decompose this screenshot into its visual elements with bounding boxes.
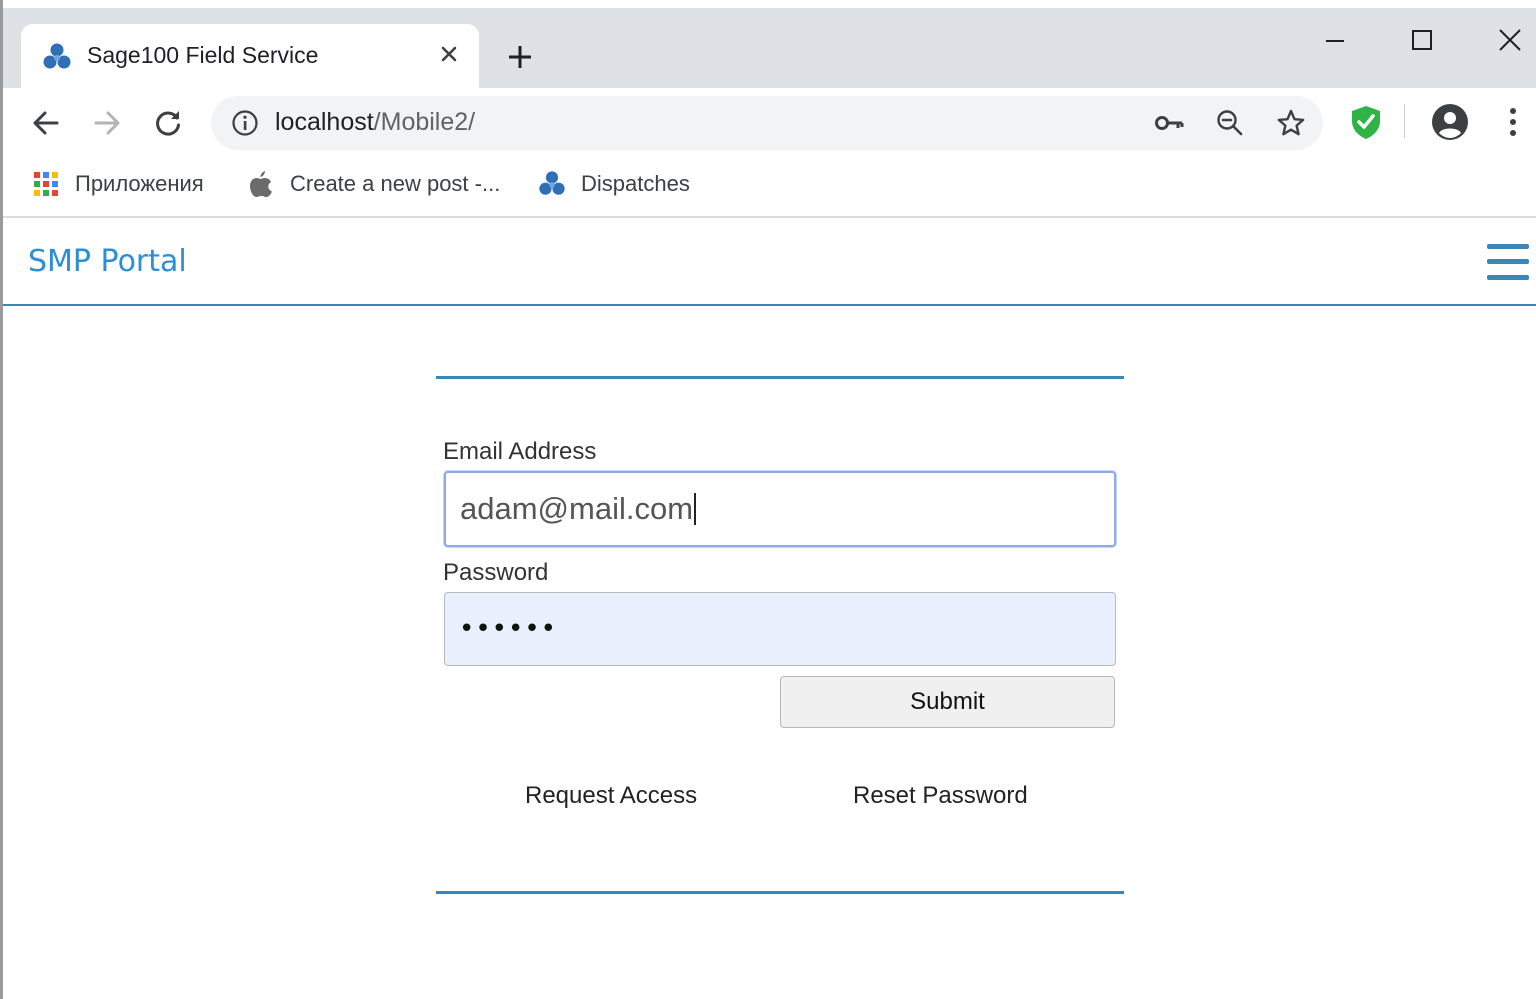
top-navbar: SMP Portal (3, 220, 1536, 306)
brand-link[interactable]: SMP Portal (28, 244, 187, 279)
url-path: /Mobile2/ (373, 108, 476, 136)
close-icon[interactable] (1490, 20, 1530, 60)
apple-icon (246, 169, 276, 199)
shield-extension-icon[interactable] (1346, 102, 1386, 142)
browser-window: Sage100 Field Service localhost/Mobile2/… (0, 0, 1536, 999)
tab-sage100[interactable]: Sage100 Field Service (21, 24, 479, 88)
info-icon[interactable] (231, 109, 259, 137)
maximize-icon[interactable] (1402, 20, 1442, 60)
password-label: Password (443, 559, 549, 586)
form-top-divider (436, 376, 1124, 379)
forward-arrow-icon[interactable] (86, 102, 128, 144)
bookmark-label: Create a new post -... (290, 171, 501, 196)
sage-logo-icon (41, 42, 73, 72)
password-value: •••••• (459, 614, 558, 644)
hamburger-menu-icon[interactable] (1487, 242, 1529, 282)
form-bottom-divider (436, 891, 1124, 894)
sage-logo-icon (537, 169, 567, 199)
toolbar-separator (1404, 104, 1405, 138)
bookmarks-bar: Приложения Create a new post -... Dispat… (3, 156, 1536, 218)
password-field[interactable]: •••••• (444, 592, 1116, 666)
browser-toolbar: localhost/Mobile2/ (3, 88, 1536, 156)
url-text: localhost/Mobile2/ (275, 108, 475, 137)
address-bar[interactable]: localhost/Mobile2/ (211, 96, 1323, 150)
email-field[interactable]: adam@mail.com (444, 471, 1116, 547)
zoom-out-icon[interactable] (1214, 107, 1246, 139)
tab-close-icon[interactable] (433, 38, 465, 70)
tab-title: Sage100 Field Service (87, 42, 319, 68)
email-label: Email Address (443, 438, 597, 465)
bookmark-label: Приложения (75, 171, 204, 196)
reload-icon[interactable] (147, 102, 189, 144)
minimize-icon[interactable] (1315, 20, 1355, 60)
request-access-link[interactable]: Request Access (525, 782, 697, 810)
bookmark-create-post[interactable]: Create a new post -... (246, 166, 500, 202)
window-left-border (0, 0, 3, 999)
url-host: localhost (275, 108, 374, 136)
reset-password-link[interactable]: Reset Password (853, 782, 1028, 810)
email-value: adam@mail.com (460, 491, 694, 526)
submit-button[interactable]: Submit (780, 676, 1115, 728)
text-caret (694, 493, 697, 525)
apps-grid-icon (31, 169, 61, 199)
menu-kebab-icon[interactable] (1493, 102, 1533, 142)
tab-strip: Sage100 Field Service (3, 8, 1536, 88)
page-content: SMP Portal Email Address adam@mail.com P… (3, 220, 1536, 999)
bookmark-apps[interactable]: Приложения (31, 166, 204, 202)
bookmark-label: Dispatches (581, 171, 690, 196)
key-icon[interactable] (1153, 107, 1185, 139)
bookmark-star-icon[interactable] (1275, 107, 1307, 139)
new-tab-plus-icon[interactable] (501, 38, 539, 76)
window-top-border (0, 0, 1536, 8)
profile-avatar-icon[interactable] (1430, 102, 1470, 142)
back-arrow-icon[interactable] (25, 102, 67, 144)
bookmark-dispatches[interactable]: Dispatches (537, 166, 690, 202)
